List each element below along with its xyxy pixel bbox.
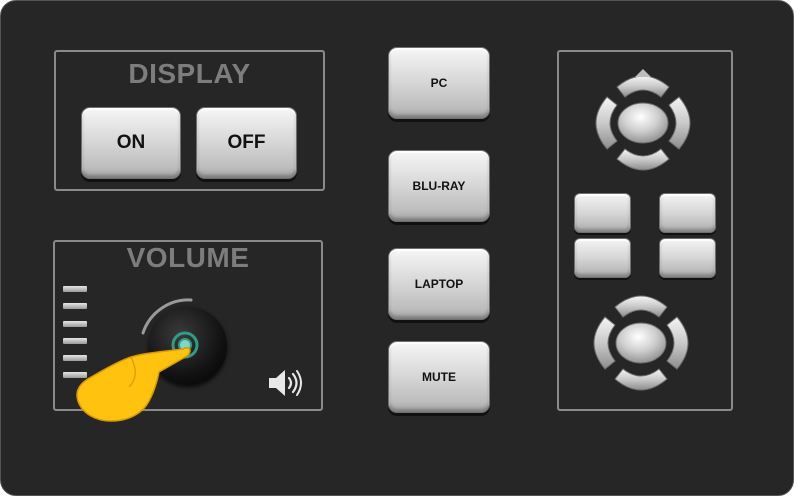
dpad-center-button[interactable] — [615, 322, 667, 364]
dpad-bottom[interactable] — [585, 287, 697, 399]
dpad-top[interactable] — [587, 67, 699, 179]
dpad-left-arrow-icon[interactable] — [595, 96, 618, 150]
mute-button[interactable]: MUTE — [388, 341, 490, 413]
nav-button-top-right[interactable] — [659, 193, 716, 233]
nav-button-bottom-left[interactable] — [574, 238, 631, 278]
control-panel: DISPLAY ON OFF VOLUME PC BLU-RAY LAPTOP … — [0, 0, 794, 496]
dpad-center-button[interactable] — [617, 102, 669, 144]
volume-level-bar — [63, 286, 87, 292]
dpad-left-arrow-icon[interactable] — [593, 316, 616, 370]
nav-button-bottom-right[interactable] — [659, 238, 716, 278]
volume-level-bar — [63, 303, 87, 309]
volume-level-bar — [63, 321, 87, 327]
source-pc-button[interactable]: PC — [388, 47, 490, 119]
display-title: DISPLAY — [128, 58, 251, 89]
display-on-button[interactable]: ON — [81, 107, 181, 179]
dpad-right-arrow-icon[interactable] — [668, 96, 691, 150]
dpad-up-arrow-icon[interactable] — [616, 69, 670, 98]
dpad-down-arrow-icon[interactable] — [616, 148, 670, 171]
dpad-right-arrow-icon[interactable] — [666, 316, 689, 370]
dpad-up-arrow-icon[interactable] — [614, 295, 668, 318]
source-laptop-button[interactable]: LAPTOP — [388, 248, 490, 320]
source-bluray-button[interactable]: BLU-RAY — [388, 150, 490, 222]
speaker-icon — [269, 370, 302, 396]
volume-title: VOLUME — [126, 242, 250, 273]
display-off-button[interactable]: OFF — [196, 107, 297, 179]
dpad-down-arrow-icon[interactable] — [614, 368, 668, 391]
nav-button-top-left[interactable] — [574, 193, 631, 233]
hand-pointer-icon — [76, 346, 191, 422]
